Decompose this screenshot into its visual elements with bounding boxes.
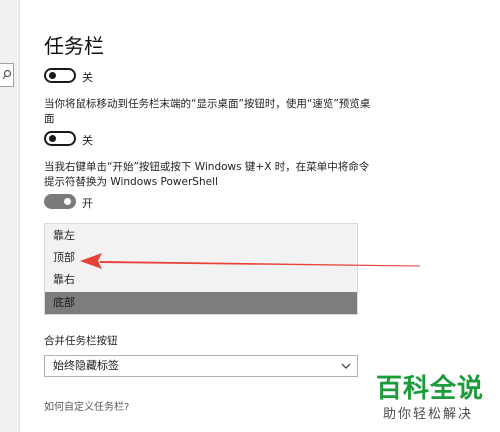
watermark-slogan: 助你轻松解决 [383,407,474,422]
arrow-shaft [100,261,420,267]
watermark-logo-text: 百科全说 [376,374,485,404]
arrow-head [80,253,102,269]
